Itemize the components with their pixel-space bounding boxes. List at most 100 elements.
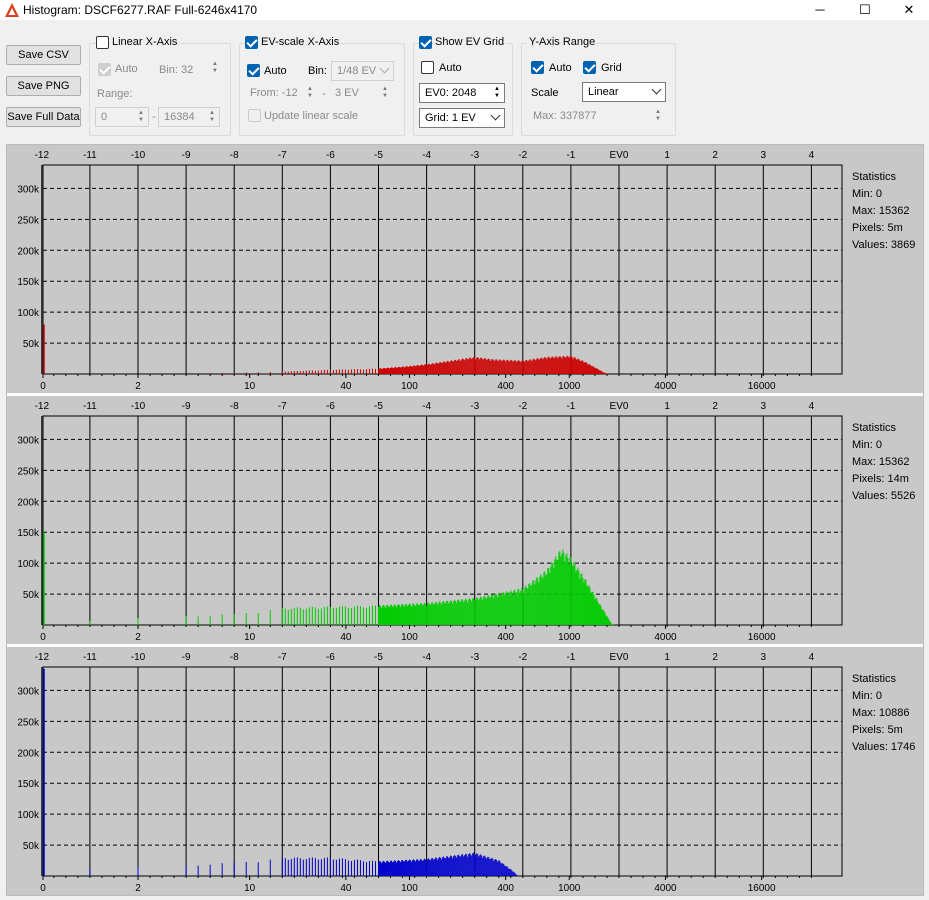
- show-ev-grid-label: Show EV Grid: [433, 36, 507, 49]
- ev-from-input[interactable]: From: -12 ▲ ▼: [245, 84, 317, 104]
- linear-tick-label: 100: [401, 632, 418, 643]
- y-tick-label: 300k: [17, 435, 40, 446]
- linear-tick-label: 4000: [654, 381, 677, 392]
- y-tick-label: 300k: [17, 686, 40, 697]
- range-label: Range:: [97, 88, 133, 100]
- ev0-stepper[interactable]: EV0: 2048 ▲ ▼: [419, 83, 505, 103]
- y-tick-label: 300k: [17, 184, 40, 195]
- linear-tick-label: 100: [401, 883, 418, 894]
- minimize-button[interactable]: ─: [800, 0, 840, 20]
- save-full-data-button[interactable]: Save Full Data: [6, 107, 81, 127]
- grid-ev-select[interactable]: Grid: 1 EV: [419, 108, 505, 128]
- stat-values: Values: 5526: [852, 490, 916, 502]
- statistics-title: Statistics: [852, 171, 897, 183]
- stat-pixels: Pixels: 5m: [852, 222, 903, 234]
- linear-tick-label: 0: [40, 883, 46, 894]
- y-tick-label: 50k: [23, 841, 40, 852]
- ev-tick-label: 2: [712, 652, 718, 663]
- ev-tick-label: -4: [422, 150, 431, 161]
- linear-tick-label: 10: [244, 381, 256, 392]
- ev-tick-label: 3: [761, 652, 767, 663]
- y-tick-label: 250k: [17, 717, 40, 728]
- linear-tick-label: 2: [135, 883, 141, 894]
- ev-tick-label: EV0: [610, 401, 629, 412]
- ev-tick-label: 2: [712, 401, 718, 412]
- range-to-input[interactable]: 16384 ▲ ▼: [158, 107, 220, 127]
- save-csv-button[interactable]: Save CSV: [6, 45, 81, 65]
- ev-tick-label: -11: [83, 150, 97, 161]
- linear-x-axis-label: Linear X-Axis: [110, 36, 180, 49]
- linear-tick-label: 2: [135, 381, 141, 392]
- range-from-input[interactable]: 0 ▲ ▼: [95, 107, 149, 127]
- linear-tick-label: 400: [497, 632, 514, 643]
- green-histogram-chart: 50k100k150k200k250k300k-12 -11 -10 -9 -8 -7 -6…: [17, 401, 843, 643]
- ev-tick-label: -8: [230, 652, 239, 663]
- statistics-title: Statistics: [852, 422, 897, 434]
- ev-scale-x-axis-checkbox[interactable]: [245, 36, 258, 49]
- save-png-button[interactable]: Save PNG: [6, 76, 81, 96]
- ev-tick-label: 1: [664, 401, 670, 412]
- ev-tick-label: 4: [809, 401, 815, 412]
- y-tick-label: 50k: [23, 339, 40, 350]
- y-auto-checkbox[interactable]: [531, 61, 544, 74]
- y-tick-label: 250k: [17, 215, 40, 226]
- update-linear-scale-checkbox[interactable]: [248, 109, 261, 122]
- ev-tick-label: -12: [35, 150, 50, 161]
- app-logo-icon: [5, 3, 19, 17]
- y-grid-checkbox[interactable]: [583, 61, 596, 74]
- y-tick-label: 150k: [17, 528, 40, 539]
- y-tick-label: 200k: [17, 497, 40, 508]
- linear-auto-checkbox[interactable]: [98, 63, 111, 76]
- green-histogram-panel: 50k 100k 150k 200k 250k 300k -12 -11 -10 -9 -8 -7 -6…: [7, 396, 923, 644]
- linear-tick-label: 40: [340, 632, 352, 643]
- ev-tick-label: -9: [182, 401, 191, 412]
- ev-tick-label: EV0: [610, 150, 629, 161]
- linear-tick-label: 0: [40, 632, 46, 643]
- y-axis-range-label: Y-Axis Range: [527, 36, 598, 49]
- range-separator: -: [152, 111, 156, 123]
- y-tick-label: 50k: [23, 590, 40, 601]
- blue-histogram-panel: 50k 100k 150k 200k 250k 300k -12 -11 -10 -9 -8 -7 -6…: [7, 647, 923, 895]
- stat-max: Max: 10886: [852, 707, 910, 719]
- linear-tick-label: 400: [497, 883, 514, 894]
- scale-select[interactable]: Linear: [582, 82, 666, 102]
- ev-bin-select[interactable]: 1/48 EV: [331, 61, 394, 81]
- linear-tick-label: 1000: [558, 883, 581, 894]
- ev-grid-auto-label: Auto: [439, 62, 462, 74]
- ev-to-input[interactable]: 3 EV ▲ ▼: [330, 84, 392, 104]
- update-linear-scale-label: Update linear scale: [264, 110, 359, 122]
- show-ev-grid-checkbox[interactable]: [419, 36, 432, 49]
- scale-label: Scale: [531, 87, 559, 99]
- ev-tick-label: 3: [761, 150, 767, 161]
- stat-pixels: Pixels: 5m: [852, 724, 903, 736]
- linear-tick-label: 1000: [558, 632, 581, 643]
- ev-tick-label: -8: [230, 401, 239, 412]
- ev-scale-x-axis-label: EV-scale X-Axis: [259, 36, 342, 49]
- y-auto-label: Auto: [549, 62, 572, 74]
- y-grid-label: Grid: [601, 62, 622, 74]
- linear-tick-label: 16000: [748, 381, 776, 392]
- ev-tick-label: -7: [278, 150, 287, 161]
- linear-tick-label: 10: [244, 883, 256, 894]
- y-max-input[interactable]: Max: 337877 ▲ ▼: [528, 107, 665, 127]
- maximize-button[interactable]: ☐: [845, 0, 885, 20]
- red-histogram-panel: 50k 100k 150k 200k 250k 300k -12 -11 -10 -9 -8 -7 -6…: [7, 145, 923, 393]
- title-bar: Histogram: DSCF6277.RAF Full-6246x4170 ─…: [0, 0, 929, 20]
- ev-auto-checkbox[interactable]: [247, 64, 260, 77]
- linear-bin-label: Bin: 32: [159, 64, 194, 76]
- linear-x-axis-checkbox[interactable]: [96, 36, 109, 49]
- window-title: Histogram: DSCF6277.RAF Full-6246x4170: [23, 3, 258, 17]
- ev-tick-label: -6: [326, 401, 335, 412]
- close-button[interactable]: ✕: [889, 0, 929, 20]
- ev-tick-label: -6: [326, 150, 335, 161]
- linear-tick-label: 10: [244, 632, 256, 643]
- ev-tick-label: -5: [374, 652, 383, 663]
- ev-grid-auto-checkbox[interactable]: [421, 61, 434, 74]
- ev-tick-label: -5: [374, 150, 383, 161]
- ev-range-separator: -: [322, 88, 326, 100]
- linear-bin-stepper[interactable]: ▲ ▼: [202, 59, 222, 79]
- ev-tick-label: -10: [131, 401, 146, 412]
- ev-auto-label: Auto: [264, 65, 287, 77]
- toolbar: Save CSV Save PNG Save Full Data Linear …: [0, 20, 929, 142]
- stat-values: Values: 3869: [852, 239, 916, 251]
